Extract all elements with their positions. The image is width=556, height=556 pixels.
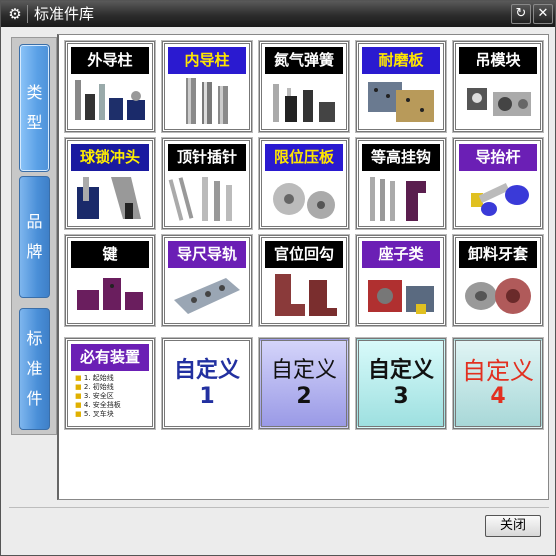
close-button[interactable]: 关闭 bbox=[485, 515, 541, 537]
ejector-pin-icon bbox=[168, 177, 232, 221]
title-bar: ⚙ 标准件库 ↻ ✕ bbox=[1, 1, 555, 27]
tile-inner-guide-post[interactable]: 内导柱 bbox=[161, 40, 253, 133]
tile-label: 内导柱 bbox=[168, 47, 246, 74]
tile-ball-lock-punch[interactable]: 球锁冲头 bbox=[64, 137, 156, 230]
tile-label: 限位压板 bbox=[265, 144, 343, 171]
tile-stop-plate[interactable]: 限位压板 bbox=[258, 137, 350, 230]
seat-block-icon bbox=[368, 280, 434, 314]
title-separator bbox=[27, 5, 28, 23]
device-list-item: ■ 5. 叉车块 bbox=[75, 410, 114, 418]
hook-icon bbox=[370, 177, 426, 221]
tile-ejector-pin[interactable]: 顶针插针 bbox=[161, 137, 253, 230]
tile-return-hook[interactable]: 官位回勾 bbox=[258, 234, 350, 327]
wear-plate-icon bbox=[368, 82, 434, 122]
custom-number: 3 bbox=[393, 383, 409, 409]
tab-brand-label: 品牌 bbox=[26, 212, 43, 261]
tile-label: 耐磨板 bbox=[362, 47, 440, 74]
custom-number: 1 bbox=[199, 383, 215, 409]
tile-label: 必有装置 bbox=[71, 344, 149, 371]
tile-seat-block[interactable]: 座子类 bbox=[355, 234, 447, 327]
tile-label: 吊模块 bbox=[459, 47, 537, 74]
return-hook-icon bbox=[275, 274, 337, 316]
tile-label: 卸料牙套 bbox=[459, 241, 537, 268]
custom-label: 自定义 bbox=[462, 356, 534, 385]
tile-outer-guide-post[interactable]: 外导柱 bbox=[64, 40, 156, 133]
tile-custom-3[interactable]: 自定义 3 bbox=[355, 337, 447, 430]
tab-type[interactable]: 类型 bbox=[19, 44, 50, 172]
tile-custom-2[interactable]: 自定义 2 bbox=[258, 337, 350, 430]
refresh-icon[interactable]: ↻ bbox=[511, 4, 531, 24]
guide-post-icon bbox=[75, 80, 145, 120]
device-list-item: ■ 4. 安全挡板 bbox=[75, 401, 121, 409]
tab-type-label: 类型 bbox=[26, 83, 43, 132]
tile-equal-height-hook[interactable]: 等高挂钩 bbox=[355, 137, 447, 230]
tile-label: 键 bbox=[71, 241, 149, 268]
tile-stripper-sleeve[interactable]: 卸料牙套 bbox=[452, 234, 544, 327]
device-list-item: ■ 1. 起始线 bbox=[75, 374, 114, 382]
tile-key[interactable]: 键 bbox=[64, 234, 156, 327]
parts-grid-pane: 外导柱 内导柱 氮气弹簧 耐磨板 吊模块 球锁冲头 顶针插针 限位压板 等高挂钩… bbox=[57, 34, 549, 500]
lifting-block-icon bbox=[467, 88, 531, 116]
tile-label: 座子类 bbox=[362, 241, 440, 268]
tile-label: 顶针插针 bbox=[168, 144, 246, 171]
tile-guide-rail[interactable]: 导尺导轨 bbox=[161, 234, 253, 327]
key-icon bbox=[77, 278, 143, 310]
device-list-item: ■ 2. 初始线 bbox=[75, 383, 114, 391]
category-tab-strip: 类型 品牌 标准件 bbox=[11, 37, 57, 435]
custom-label: 自定义 bbox=[270, 357, 337, 383]
required-device-list-icon: ■ 1. 起始线 ■ 2. 初始线 ■ 3. 安全区 ■ 4. 安全挡板 ■ 5… bbox=[71, 373, 149, 423]
tile-custom-1[interactable]: 自定义 1 bbox=[161, 337, 253, 430]
custom-number: 4 bbox=[490, 383, 506, 409]
guide-rail-icon bbox=[174, 278, 240, 314]
tile-label: 导抬杆 bbox=[459, 144, 537, 171]
lifter-bar-icon bbox=[471, 183, 529, 216]
window-title: 标准件库 bbox=[34, 5, 95, 23]
tile-lifter-bar[interactable]: 导抬杆 bbox=[452, 137, 544, 230]
gear-icon[interactable]: ⚙ bbox=[5, 4, 25, 24]
tile-gas-spring[interactable]: 氮气弹簧 bbox=[258, 40, 350, 133]
stripper-sleeve-icon bbox=[465, 278, 531, 314]
tile-label: 外导柱 bbox=[71, 47, 149, 74]
tile-required-device[interactable]: 必有装置 ■ 1. 起始线 ■ 2. 初始线 ■ 3. 安全区 ■ 4. 安全挡… bbox=[64, 337, 156, 430]
tile-label: 球锁冲头 bbox=[71, 144, 149, 171]
custom-label: 自定义 bbox=[367, 357, 434, 383]
tile-label: 导尺导轨 bbox=[168, 241, 246, 268]
stop-plate-icon bbox=[273, 183, 335, 219]
gas-spring-icon bbox=[273, 84, 335, 122]
custom-number: 2 bbox=[296, 383, 312, 409]
device-list-item: ■ 3. 安全区 bbox=[75, 392, 114, 400]
ball-lock-punch-icon bbox=[77, 177, 141, 219]
tile-label: 官位回勾 bbox=[265, 241, 343, 268]
tile-label: 氮气弹簧 bbox=[265, 47, 343, 74]
tile-custom-4[interactable]: 自定义 4 bbox=[452, 337, 544, 430]
footer-divider bbox=[9, 507, 549, 508]
tile-lifting-block[interactable]: 吊模块 bbox=[452, 40, 544, 133]
close-icon[interactable]: ✕ bbox=[533, 4, 553, 24]
tab-standard-part[interactable]: 标准件 bbox=[19, 308, 50, 430]
tile-label: 等高挂钩 bbox=[362, 144, 440, 171]
tab-standard-part-label: 标准件 bbox=[26, 329, 43, 408]
tile-wear-plate[interactable]: 耐磨板 bbox=[355, 40, 447, 133]
inner-guide-post-icon bbox=[186, 78, 228, 124]
custom-label: 自定义 bbox=[173, 357, 240, 383]
standard-parts-window: ⚙ 标准件库 ↻ ✕ 类型 品牌 标准件 外导柱 内导柱 氮气弹簧 耐磨板 吊模… bbox=[0, 0, 556, 556]
tab-brand[interactable]: 品牌 bbox=[19, 176, 50, 298]
